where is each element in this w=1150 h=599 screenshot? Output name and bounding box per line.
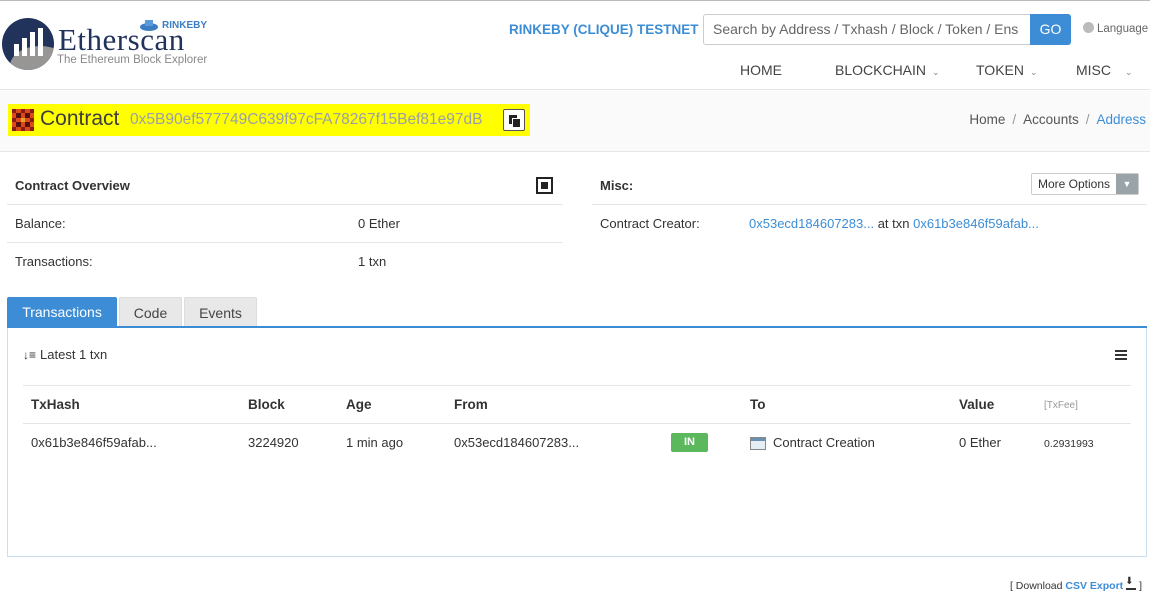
balance-label: Balance: [15,216,66,231]
breadcrumb-accounts[interactable]: Accounts [1023,112,1079,127]
col-to: To [750,397,766,412]
nav-home-label: HOME [740,62,782,78]
download-icon[interactable] [1125,576,1137,590]
nav-token[interactable]: TOKEN ⌄ [976,62,1038,78]
creator-txn-link[interactable]: 0x61b3e846f59afab... [913,216,1039,231]
more-options-label: More Options [1038,177,1111,191]
menu-icon[interactable] [1115,350,1127,360]
col-from: From [454,397,488,412]
identicon-icon [12,109,34,131]
csv-download: [ Download CSV Export ] [1009,576,1142,592]
balance-value: 0 Ether [358,216,400,231]
tab-code[interactable]: Code [119,297,182,328]
nav-blockchain[interactable]: BLOCKCHAIN ⌄ [835,62,940,78]
nav-blockchain-label: BLOCKCHAIN [835,62,927,78]
transactions-value: 1 txn [358,254,387,269]
row-to[interactable]: Contract Creation [773,435,875,450]
chevron-down-icon: ⌄ [932,67,940,77]
network-cloud-icon [140,20,158,31]
page-title-bar: Contract 0x5B90ef577749C639f97cFA78267f1… [0,91,1150,152]
language-selector[interactable]: Language [1083,22,1148,35]
site-header: Etherscan RINKEBY The Ethereum Block Exp… [0,0,1150,90]
nav-home[interactable]: HOME [740,62,782,78]
divider [592,204,1147,205]
page-title: Contract [40,107,120,130]
globe-icon [1083,22,1094,33]
breadcrumb-home[interactable]: Home [969,112,1005,127]
row-age: 1 min ago [346,435,404,450]
sort-icon: ↓≡ [23,348,37,362]
row-from-link[interactable]: 0x53ecd184607283... [454,435,579,450]
csv-export-link[interactable]: CSV Export [1065,580,1123,592]
go-button[interactable]: GO [1030,14,1071,45]
chevron-down-icon: ⌄ [1029,67,1038,77]
row-txhash-link[interactable]: 0x61b3e846f59afab... [31,435,157,450]
divider [23,423,1131,424]
csv-prefix: [ Download [1009,580,1063,592]
tab-events[interactable]: Events [184,297,257,328]
latest-summary-label: Latest 1 txn [40,347,108,362]
chevron-down-icon: ▼ [1116,174,1138,194]
breadcrumb: Home / Accounts / Address [969,112,1146,127]
creator-label: Contract Creator: [600,216,700,231]
breadcrumb-address[interactable]: Address [1096,112,1146,127]
transactions-label: Transactions: [15,254,93,269]
nav-token-label: TOKEN [976,62,1024,78]
nav-misc[interactable]: MISC ⌄ [1076,62,1133,78]
csv-suffix: ] [1139,580,1142,592]
logo-icon[interactable] [2,18,54,70]
creator-info: 0x53ecd184607283... at txn 0x61b3e846f59… [749,216,1039,231]
col-txhash: TxHash [31,397,80,412]
contract-icon [750,437,766,450]
latest-summary: ↓≡ Latest 1 txn [23,347,107,362]
row-fee: 0.2931993 [1044,438,1094,450]
contract-address: 0x5B90ef577749C639f97cFA78267f15Bef81e97… [130,111,483,128]
col-age: Age [346,397,372,412]
overview-heading: Contract Overview [15,178,130,193]
divider [7,204,563,205]
row-block-link[interactable]: 3224920 [248,435,299,450]
chevron-down-icon: ⌄ [1125,67,1133,77]
creator-address-link[interactable]: 0x53ecd184607283... [749,216,874,231]
qr-code-icon[interactable] [536,177,553,194]
logo-subtitle: The Ethereum Block Explorer [57,54,208,66]
more-options-button[interactable]: More Options ▼ [1031,173,1139,195]
col-value: Value [959,397,995,412]
creator-at-label: at txn [877,216,910,231]
copy-icon[interactable] [503,109,525,131]
col-fee[interactable]: [TxFee] [1044,400,1078,411]
col-block: Block [248,397,285,412]
tab-transactions[interactable]: Transactions [7,297,117,328]
divider [23,385,1131,386]
search-input[interactable]: Search by Address / Txhash / Block / Tok… [703,14,1031,45]
direction-badge: IN [671,433,708,452]
misc-heading: Misc: [600,178,634,193]
language-label: Language [1097,23,1149,35]
divider [7,242,563,243]
nav-misc-label: MISC [1076,62,1111,78]
network-label: RINKEBY (CLIQUE) TESTNET [509,22,699,37]
logo-network: RINKEBY [162,20,208,31]
row-value: 0 Ether [959,435,1001,450]
